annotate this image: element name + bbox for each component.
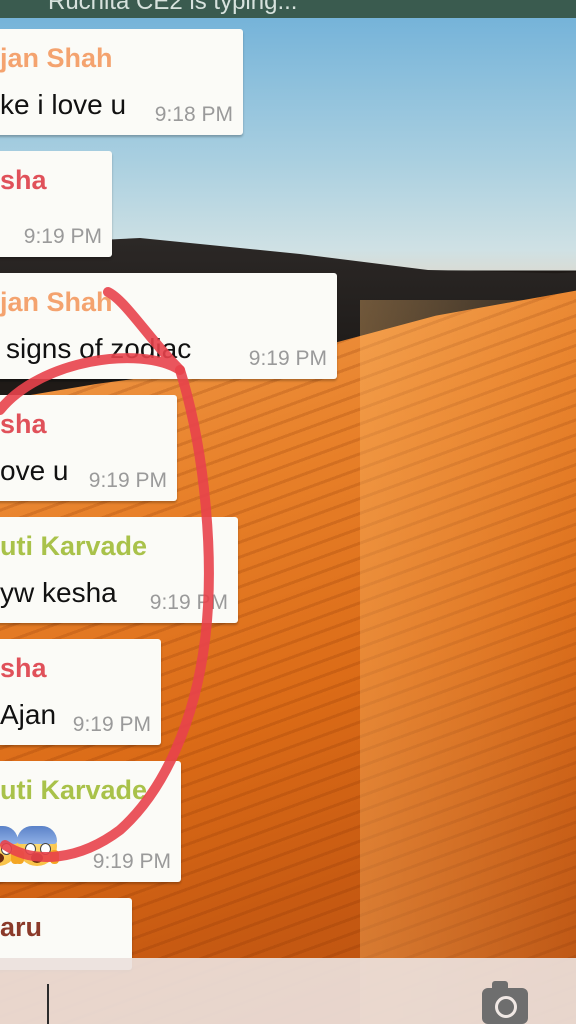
- message-text: yw kesha: [0, 577, 117, 608]
- chat-header-bar: Ruchita CE2 is typing...: [0, 0, 576, 18]
- message-time: 9:19 PM: [23, 225, 102, 248]
- message-input-bar[interactable]: [0, 958, 576, 1024]
- message-time: 9:19 PM: [88, 469, 167, 492]
- text-cursor: [47, 984, 49, 1024]
- screaming-face-emoji: [15, 826, 59, 866]
- message-sender: sha: [0, 409, 47, 439]
- message-time: 9:19 PM: [248, 347, 327, 370]
- message-time: 9:19 PM: [72, 713, 151, 736]
- message-sender: uti Karvade: [0, 775, 148, 805]
- message-bubble[interactable]: sha Ajan 9:19 PM: [0, 639, 161, 745]
- message-sender: jan Shah: [0, 43, 113, 73]
- message-sender: jan Shah: [0, 287, 113, 317]
- typing-indicator: Ruchita CE2 is typing...: [48, 0, 298, 15]
- message-text: ke i love u: [0, 89, 127, 120]
- message-time: 9:19 PM: [149, 591, 228, 614]
- message-text: ove u: [0, 455, 69, 486]
- message-sender: sha: [0, 165, 47, 195]
- message-bubble[interactable]: jan Shah ke i love u 9:18 PM: [0, 29, 243, 135]
- camera-icon[interactable]: [482, 981, 528, 1024]
- message-bubble[interactable]: uti Karvade yw kesha 9:19 PM: [0, 517, 238, 623]
- message-sender: aru: [0, 912, 43, 942]
- message-time: 9:19 PM: [92, 850, 171, 873]
- wallpaper-ridge: [360, 300, 576, 1024]
- message-sender: sha: [0, 653, 47, 683]
- message-bubble[interactable]: jan Shah signs of zodiac 9:19 PM: [0, 273, 337, 379]
- message-time: 9:18 PM: [154, 103, 233, 126]
- message-sender: uti Karvade: [0, 531, 148, 561]
- message-text: Ajan: [0, 699, 57, 730]
- message-bubble[interactable]: sha 9:19 PM: [0, 151, 112, 257]
- message-bubble[interactable]: sha ove u 9:19 PM: [0, 395, 177, 501]
- message-text: signs of zodiac: [6, 333, 192, 364]
